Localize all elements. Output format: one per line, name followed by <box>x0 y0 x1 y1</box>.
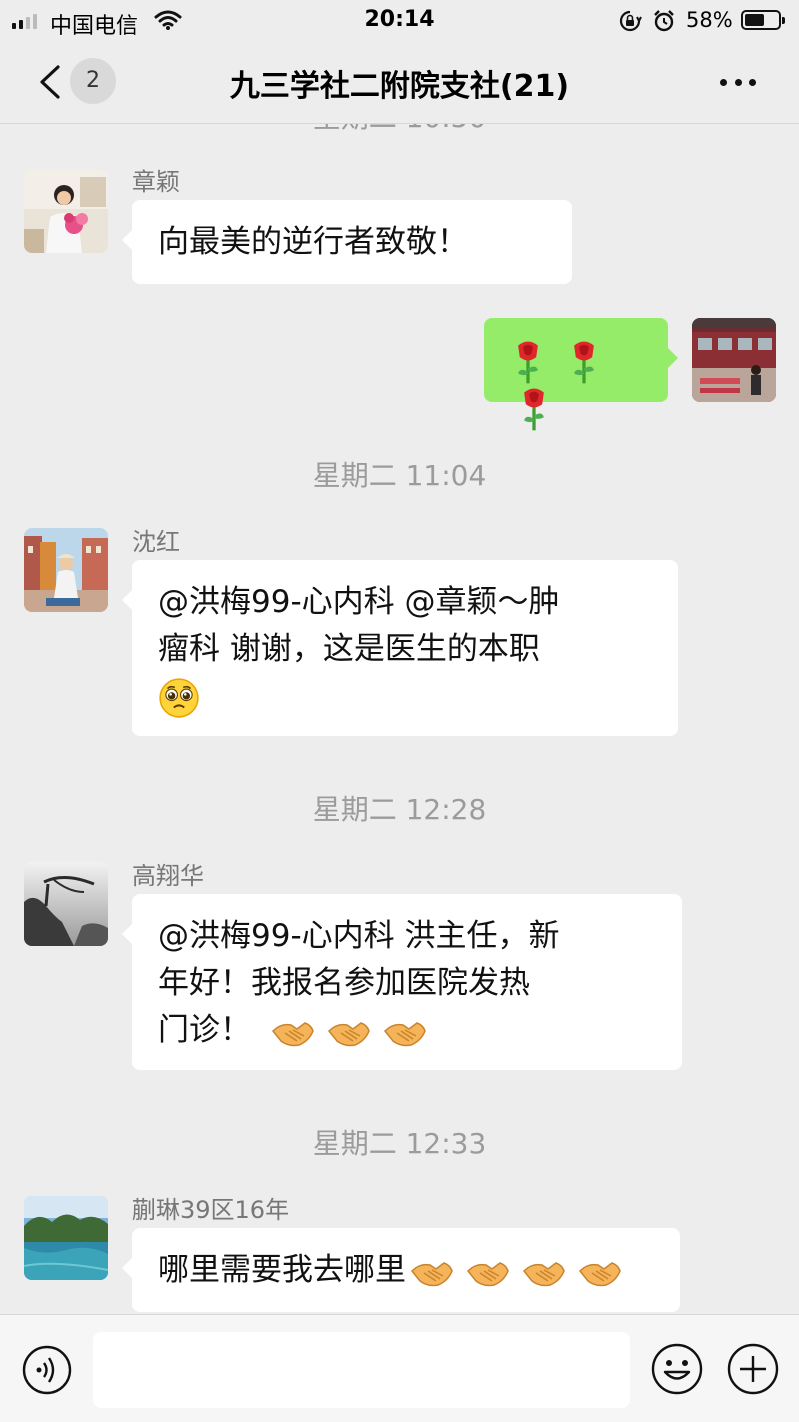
message-text-line: @洪梅99-心内科 洪主任，新 <box>158 918 560 954</box>
avatar-self[interactable] <box>692 318 776 402</box>
handshake-icon <box>522 1261 565 1286</box>
status-bar: 中国电信 20:14 58% <box>0 0 799 40</box>
chat-title: 九三学社二附院支社(21) <box>229 69 570 104</box>
add-more-button-icon[interactable] <box>727 1343 779 1395</box>
nav-bar: 2 九三学社二附院支社(21) <box>0 40 799 124</box>
handshake-icon <box>466 1261 509 1286</box>
back-arrow-icon[interactable] <box>36 64 64 100</box>
wifi-icon <box>154 10 182 30</box>
message-text-line: 瘤科 谢谢，这是医生的本职 <box>158 631 540 667</box>
handshake-icon <box>271 1021 314 1046</box>
voice-input-icon[interactable] <box>22 1345 72 1395</box>
message-text-line: 门诊！ <box>158 1012 251 1048</box>
sender-name: 沈红 <box>132 528 180 556</box>
message-bubble[interactable]: @洪梅99-心内科 @章颖～肿 瘤科 谢谢，这是医生的本职 <box>122 560 678 736</box>
avatar-shenhong[interactable] <box>24 528 108 612</box>
avatar-zhangying[interactable] <box>24 169 108 253</box>
handshake-icon <box>327 1021 370 1046</box>
battery-icon <box>741 10 785 30</box>
rose-icon <box>524 388 544 431</box>
message-bubble[interactable]: 向最美的逆行者致敬！ <box>122 200 572 284</box>
message-text-line: 年好！我报名参加医院发热 <box>158 965 530 1001</box>
message-text-line: @洪梅99-心内科 @章颖～肿 <box>158 584 560 620</box>
unread-count-badge[interactable]: 2 <box>70 58 116 104</box>
rose-icon <box>518 340 538 383</box>
message-text: 向最美的逆行者致敬！ <box>158 224 468 260</box>
handshake-icon <box>410 1261 453 1286</box>
emoji-row <box>410 1248 622 1295</box>
pleading-face-icon <box>159 677 199 718</box>
emoji-row <box>508 337 644 432</box>
rose-icon <box>574 340 594 383</box>
handshake-icon <box>578 1261 621 1286</box>
message-text: 哪里需要我去哪里 <box>158 1252 406 1288</box>
rotation-lock-icon <box>619 10 642 32</box>
chat-area[interactable]: 星期二 10:50 章颖 向最美的逆行者致敬！ <box>0 0 799 1314</box>
emoji-button-icon[interactable] <box>651 1343 703 1395</box>
handshake-icon <box>383 1021 426 1046</box>
timestamp: 星期二 11:04 <box>312 459 487 492</box>
sender-name: 章颖 <box>132 168 180 196</box>
sender-name: 高翔华 <box>132 862 204 890</box>
signal-icon <box>12 13 37 29</box>
avatar-gaoxianghua[interactable] <box>24 862 108 946</box>
more-options-button[interactable] <box>712 70 764 94</box>
timestamp: 星期二 12:33 <box>312 1127 487 1160</box>
message-bubble[interactable]: @洪梅99-心内科 洪主任，新 年好！我报名参加医院发热 门诊！ <box>122 894 682 1070</box>
battery-percent: 58% <box>686 8 733 32</box>
alarm-icon <box>654 10 674 32</box>
emoji-row <box>271 1008 427 1055</box>
message-input[interactable] <box>93 1332 630 1408</box>
message-bubble-self[interactable] <box>484 318 678 431</box>
timestamp: 星期二 12:28 <box>312 793 487 826</box>
message-bubble[interactable]: 哪里需要我去哪里 <box>122 1228 680 1312</box>
avatar-kuailin[interactable] <box>24 1196 108 1280</box>
carrier-name: 中国电信 <box>50 14 139 39</box>
sender-name: 蒯琳39区16年 <box>132 1196 290 1224</box>
input-bar <box>0 1314 799 1422</box>
